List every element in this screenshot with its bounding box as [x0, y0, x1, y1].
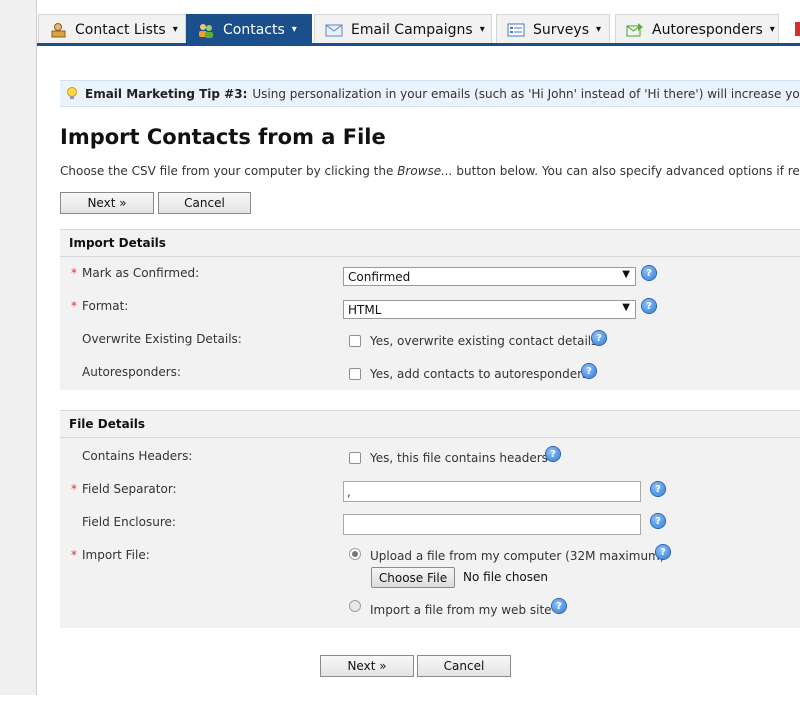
autoresponders-label: Autoresponders: — [82, 365, 181, 379]
contact-lists-icon — [49, 22, 67, 38]
help-icon[interactable]: ? — [546, 447, 560, 461]
intro-text-end: button below. You can also specify advan… — [456, 164, 800, 178]
intro-browse-word: Browse... — [397, 164, 453, 178]
main-content: Contact Lists ▾ Contacts ▾ Email Campaig… — [37, 0, 800, 695]
bottom-strip — [0, 695, 800, 715]
help-icon[interactable]: ? — [651, 482, 665, 496]
import-file-label: Import File: — [82, 548, 150, 562]
mark-confirmed-label: Mark as Confirmed: — [82, 266, 200, 280]
dropdown-arrow-icon: ▼ — [622, 302, 630, 313]
surveys-icon — [507, 22, 525, 38]
required-marker: * — [71, 482, 77, 496]
import-details-section: Import Details * Mark as Confirmed: Conf… — [60, 229, 800, 390]
help-icon[interactable]: ? — [656, 545, 670, 559]
tab-contacts-label: Contacts — [223, 21, 285, 38]
nav-overflow-tab[interactable] — [795, 22, 800, 36]
help-icon[interactable]: ? — [592, 331, 606, 345]
help-icon[interactable]: ? — [651, 514, 665, 528]
contacts-icon — [197, 22, 215, 38]
tab-contacts[interactable]: Contacts ▾ — [186, 14, 312, 44]
chevron-down-icon: ▾ — [172, 24, 178, 35]
mark-confirmed-value: Confirmed — [348, 269, 411, 284]
chevron-down-icon: ▾ — [291, 24, 297, 35]
mark-confirmed-select[interactable]: Confirmed ▼ — [343, 267, 636, 286]
import-website-option-label: Import a file from my web site — [370, 603, 552, 617]
autoresponders-option-label: Yes, add contacts to autoresponders — [370, 367, 589, 381]
required-marker: * — [71, 299, 77, 313]
chevron-down-icon: ▾ — [596, 24, 602, 35]
chevron-down-icon: ▾ — [479, 24, 485, 35]
help-icon[interactable]: ? — [642, 266, 656, 280]
dropdown-arrow-icon: ▼ — [622, 269, 630, 280]
field-enclosure-label: Field Enclosure: — [82, 515, 176, 529]
nav-underline — [37, 43, 800, 46]
tip-text: Using personalization in your emails (su… — [252, 86, 800, 101]
next-button-bottom[interactable]: Next » — [320, 655, 414, 677]
email-icon — [325, 22, 343, 38]
choose-file-button[interactable]: Choose File — [371, 567, 455, 588]
tab-autoresponders-label: Autoresponders — [652, 21, 763, 38]
autoresponders-checkbox[interactable] — [349, 368, 361, 380]
help-icon[interactable]: ? — [552, 599, 566, 613]
tab-surveys-label: Surveys — [533, 21, 589, 38]
contains-headers-label: Contains Headers: — [82, 449, 193, 463]
overwrite-label: Overwrite Existing Details: — [82, 332, 242, 346]
overwrite-option-label: Yes, overwrite existing contact details — [370, 334, 598, 348]
tab-contact-lists[interactable]: Contact Lists ▾ — [38, 14, 186, 44]
top-nav: Contact Lists ▾ Contacts ▾ Email Campaig… — [37, 0, 800, 46]
autoresponders-row: Autoresponders: Yes, add contacts to aut… — [60, 360, 800, 393]
field-enclosure-row: Field Enclosure: ? — [60, 510, 800, 543]
contains-headers-row: Contains Headers: Yes, this file contain… — [60, 444, 800, 477]
page-title: Import Contacts from a File — [60, 125, 386, 149]
field-separator-value: , — [347, 484, 351, 499]
autoresponders-icon — [626, 22, 644, 38]
import-website-radio[interactable] — [349, 600, 361, 612]
cancel-button-top[interactable]: Cancel — [158, 192, 251, 214]
contains-headers-checkbox[interactable] — [349, 452, 361, 464]
overwrite-row: Overwrite Existing Details: Yes, overwri… — [60, 327, 800, 360]
tab-autoresponders[interactable]: Autoresponders ▾ — [615, 14, 779, 44]
format-row: * Format: HTML ▼ ? — [60, 294, 800, 327]
import-file-row: * Import File: Upload a file from my com… — [60, 543, 800, 628]
tab-email-campaigns-label: Email Campaigns — [351, 21, 473, 38]
tip-title: Email Marketing Tip #3: — [85, 86, 248, 101]
cancel-button-bottom[interactable]: Cancel — [417, 655, 511, 677]
tab-email-campaigns[interactable]: Email Campaigns ▾ — [314, 14, 492, 44]
overwrite-checkbox[interactable] — [349, 335, 361, 347]
required-marker: * — [71, 266, 77, 280]
page-intro: Choose the CSV file from your computer b… — [60, 164, 800, 178]
field-enclosure-input[interactable] — [343, 514, 641, 535]
upload-file-radio[interactable] — [349, 548, 361, 560]
field-separator-label: Field Separator: — [82, 482, 177, 496]
marketing-tip-bar: Email Marketing Tip #3: Using personaliz… — [60, 80, 800, 107]
chevron-down-icon: ▾ — [769, 24, 775, 35]
format-label: Format: — [82, 299, 129, 313]
field-separator-input[interactable]: , — [343, 481, 641, 502]
help-icon[interactable]: ? — [582, 364, 596, 378]
import-details-heading: Import Details — [60, 229, 800, 257]
contains-headers-option-label: Yes, this file contains headers — [370, 451, 548, 465]
lightbulb-icon — [66, 86, 78, 101]
file-details-heading: File Details — [60, 410, 800, 438]
upload-file-option-label: Upload a file from my computer (32M maxi… — [370, 549, 665, 563]
file-chooser: Choose File No file chosen — [60, 567, 800, 589]
tab-contact-lists-label: Contact Lists — [75, 21, 166, 38]
no-file-chosen-text: No file chosen — [463, 570, 549, 584]
required-marker: * — [71, 548, 77, 562]
mark-confirmed-row: * Mark as Confirmed: Confirmed ▼ ? — [60, 261, 800, 294]
tab-surveys[interactable]: Surveys ▾ — [496, 14, 610, 44]
intro-text-start: Choose the CSV file from your computer b… — [60, 164, 398, 178]
format-value: HTML — [348, 302, 382, 317]
field-separator-row: * Field Separator: , ? — [60, 477, 800, 510]
next-button-top[interactable]: Next » — [60, 192, 154, 214]
left-sidebar-strip — [0, 0, 37, 695]
format-select[interactable]: HTML ▼ — [343, 300, 636, 319]
file-details-section: File Details Contains Headers: Yes, this… — [60, 410, 800, 628]
help-icon[interactable]: ? — [642, 299, 656, 313]
